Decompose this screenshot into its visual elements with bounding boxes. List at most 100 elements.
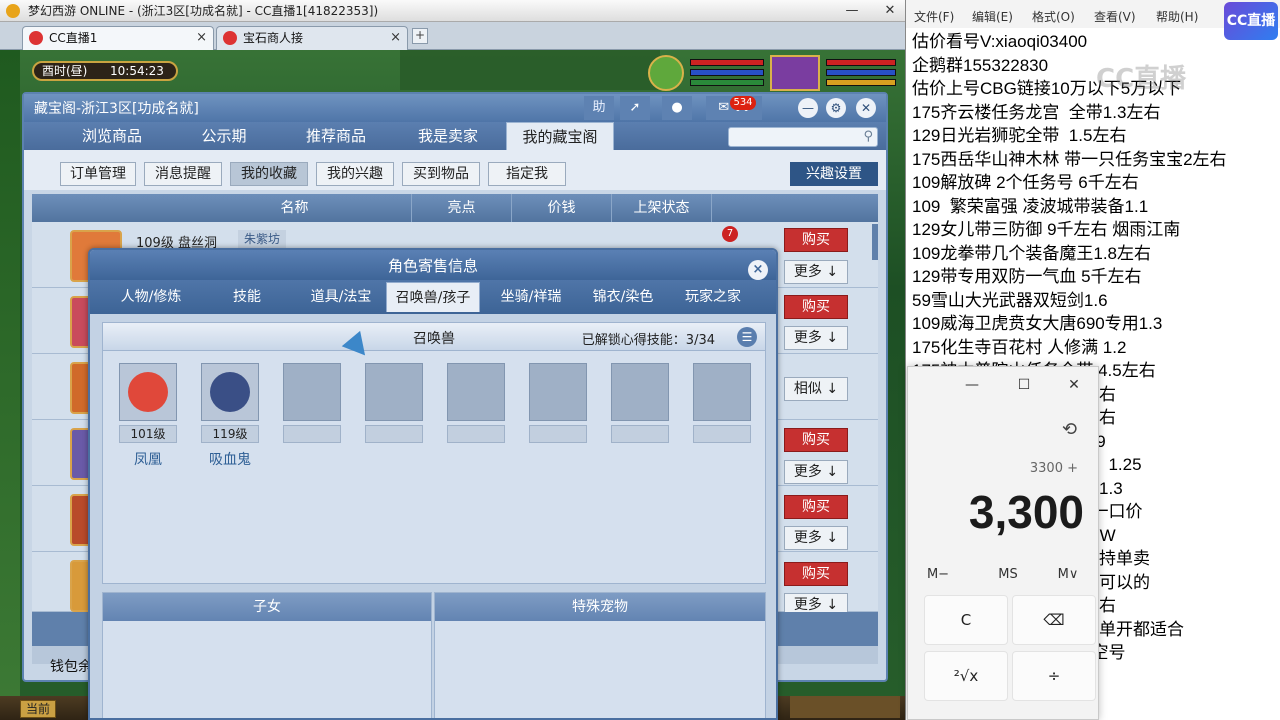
- close-button[interactable]: ✕: [876, 0, 904, 22]
- notepad-line: 129带专用双防一气血 5千左右: [912, 267, 1142, 286]
- game-window-title: 梦幻西游 ONLINE - (浙江3区[功成名就] - CC直播1[418223…: [28, 4, 379, 18]
- tab-purchased[interactable]: 买到物品: [402, 162, 480, 186]
- close-icon[interactable]: ×: [748, 260, 768, 280]
- pet-slot[interactable]: [201, 363, 259, 421]
- minimize-icon[interactable]: —: [798, 98, 818, 118]
- empty-pet-slot[interactable]: [447, 363, 505, 421]
- tab-browse[interactable]: 浏览商品: [62, 122, 162, 150]
- search-icon[interactable]: ⚲: [863, 129, 873, 144]
- memory-store-button[interactable]: MS: [984, 567, 1032, 582]
- empty-pet-slot[interactable]: [611, 363, 669, 421]
- tab-assigned-to-me[interactable]: 指定我: [488, 162, 566, 186]
- buy-button[interactable]: 购买: [784, 295, 848, 319]
- tab-pets[interactable]: 召唤兽/孩子: [386, 282, 480, 312]
- more-button[interactable]: 更多 ↓: [784, 326, 848, 350]
- more-button[interactable]: 更多 ↓: [784, 460, 848, 484]
- arrow-down-icon: ↓: [826, 530, 839, 546]
- notepad-line: 109威海卫虎贲女大唐690专用1.3: [912, 314, 1163, 333]
- divide-button[interactable]: ÷: [1012, 651, 1096, 701]
- clear-button[interactable]: C: [924, 595, 1008, 645]
- game-app-icon: [6, 4, 20, 18]
- calc-close-button[interactable]: ✕: [1062, 377, 1086, 393]
- notepad-line: 109 繁荣富强 凌波城带装备1.1: [912, 196, 1149, 216]
- history-icon[interactable]: ⟲: [1062, 419, 1077, 440]
- special-pets-panel: 特殊宠物: [434, 592, 766, 718]
- clock-label: 酉时(昼): [42, 64, 88, 78]
- buy-button[interactable]: 购买: [784, 428, 848, 452]
- interest-settings-button[interactable]: 兴趣设置: [790, 162, 878, 186]
- tab-gem-merchant[interactable]: 宝石商人接 ×: [216, 26, 408, 50]
- memory-list-button[interactable]: M∨: [1044, 567, 1092, 582]
- pet-exp-bar: [690, 79, 764, 86]
- share-icon[interactable]: ➚: [620, 96, 650, 120]
- pet-hp-bar: [690, 59, 764, 66]
- tab-close-icon[interactable]: ×: [390, 27, 401, 49]
- calc-maximize-button[interactable]: ☐: [1012, 377, 1036, 393]
- help-button[interactable]: 助: [584, 96, 614, 120]
- search-input[interactable]: ⚲: [728, 127, 878, 147]
- menu-file[interactable]: 文件(F): [914, 8, 954, 25]
- tab-items[interactable]: 道具/法宝: [296, 282, 386, 312]
- notepad-line: 129女儿带三防御 9千左右 烟雨江南: [912, 220, 1181, 239]
- empty-pet-slot[interactable]: [693, 363, 751, 421]
- menu-edit[interactable]: 编辑(E): [972, 8, 1013, 25]
- pet-name[interactable]: 吸血鬼: [201, 449, 259, 469]
- stop-icon[interactable]: ●: [662, 96, 692, 120]
- backspace-button[interactable]: ⌫: [1012, 595, 1096, 645]
- close-icon[interactable]: ✕: [856, 98, 876, 118]
- calc-minimize-button[interactable]: —: [960, 377, 984, 393]
- more-button[interactable]: 更多 ↓: [784, 260, 848, 284]
- sqrt-button[interactable]: ²√x: [924, 651, 1008, 701]
- tab-player-home[interactable]: 玩家之家: [668, 282, 758, 312]
- tab-favorites[interactable]: 我的收藏: [230, 162, 308, 186]
- memory-minus-button[interactable]: M−: [914, 567, 962, 582]
- buy-button[interactable]: 购买: [784, 562, 848, 586]
- tab-notifications[interactable]: 消息提醒: [144, 162, 222, 186]
- tab-interests[interactable]: 我的兴趣: [316, 162, 394, 186]
- tab-seller[interactable]: 我是卖家: [398, 122, 498, 150]
- empty-pet-slot[interactable]: [283, 363, 341, 421]
- game-window: 梦幻西游 ONLINE - (浙江3区[功成名就] - CC直播1[418223…: [0, 0, 905, 720]
- tab-public[interactable]: 公示期: [174, 122, 274, 150]
- list-menu-icon[interactable]: ☰: [737, 327, 757, 347]
- tab-orders[interactable]: 订单管理: [60, 162, 136, 186]
- buy-button[interactable]: 购买: [784, 495, 848, 519]
- more-label: 更多: [793, 530, 822, 546]
- pet-portrait-icon[interactable]: [648, 55, 684, 91]
- current-channel-button[interactable]: 当前: [20, 700, 56, 718]
- tab-cc-live[interactable]: CC直播1 ×: [22, 26, 214, 50]
- menu-format[interactable]: 格式(O): [1032, 8, 1075, 25]
- player-portrait-icon[interactable]: [770, 55, 820, 91]
- col-price: 价钱: [512, 194, 612, 222]
- tab-costumes[interactable]: 锦衣/染色: [578, 282, 668, 312]
- calc-display: 3,300: [968, 486, 1084, 538]
- player-anger-bar: [826, 79, 896, 86]
- col-highlight: 亮点: [412, 194, 512, 222]
- col-name: 名称: [178, 194, 412, 222]
- more-label: 更多: [793, 464, 822, 480]
- tab-character[interactable]: 人物/修炼: [106, 282, 196, 312]
- buy-button[interactable]: 购买: [784, 228, 848, 252]
- tab-skills[interactable]: 技能: [202, 282, 292, 312]
- empty-pet-slot[interactable]: [529, 363, 587, 421]
- more-label: 更多: [793, 597, 822, 613]
- empty-pet-slot[interactable]: [365, 363, 423, 421]
- menu-view[interactable]: 查看(V): [1094, 8, 1136, 25]
- message-count-badge: 534: [730, 96, 756, 110]
- pet-slot[interactable]: [119, 363, 177, 421]
- tab-recommended[interactable]: 推荐商品: [286, 122, 386, 150]
- minimize-button[interactable]: —: [838, 0, 866, 22]
- similar-button[interactable]: 相似 ↓: [784, 377, 848, 401]
- pet-mp-bar: [690, 69, 764, 76]
- new-tab-button[interactable]: +: [412, 28, 428, 44]
- tab-close-icon[interactable]: ×: [196, 27, 207, 49]
- tab-my-pavilion[interactable]: 我的藏宝阁: [506, 122, 614, 150]
- scrollbar-thumb[interactable]: [872, 224, 878, 260]
- count-badge: 7: [722, 226, 738, 242]
- tab-mounts[interactable]: 坐骑/祥瑞: [486, 282, 576, 312]
- quick-icons[interactable]: [790, 696, 900, 718]
- menu-help[interactable]: 帮助(H): [1156, 8, 1198, 25]
- pet-name[interactable]: 凤凰: [119, 449, 177, 469]
- settings-icon[interactable]: ⚙: [826, 98, 846, 118]
- more-button[interactable]: 更多 ↓: [784, 526, 848, 550]
